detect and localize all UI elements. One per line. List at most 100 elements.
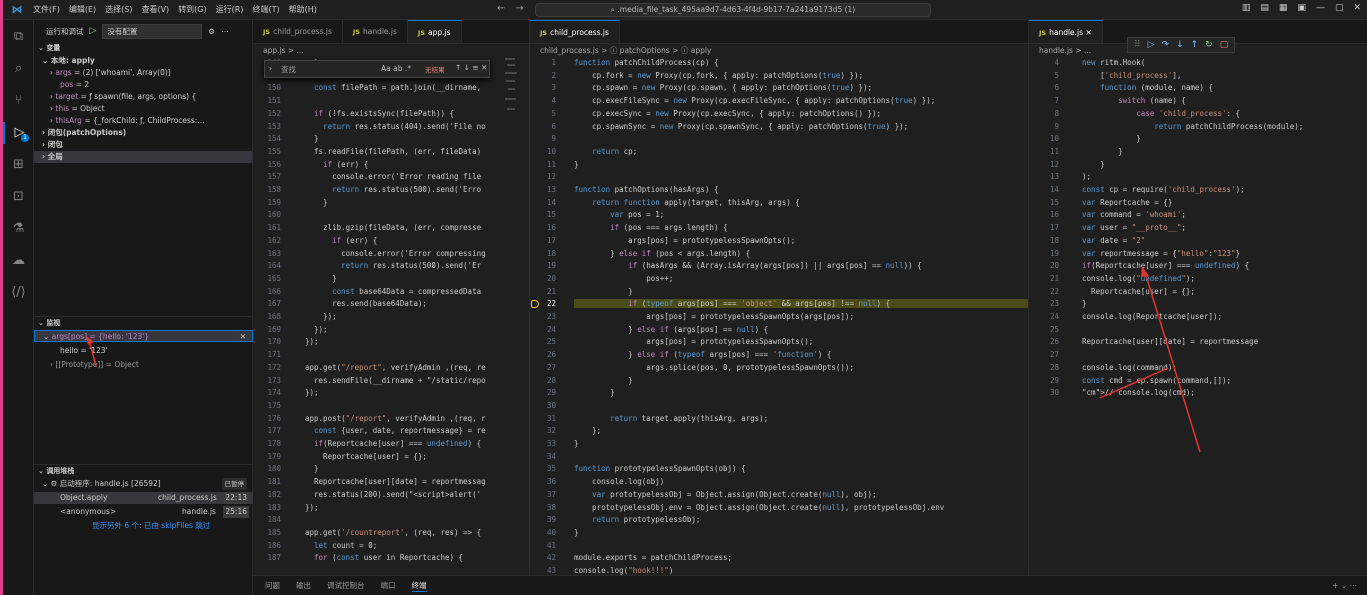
start-debug-icon[interactable]: ▷ [90,26,97,36]
tab-child-process-active[interactable]: JS child_process.js [530,20,620,43]
callstack-header[interactable]: ⌄ 调用堆栈 [34,464,253,477]
line-number[interactable]: 178 [253,439,281,448]
line-number[interactable]: 27 [1029,350,1059,359]
line-number[interactable]: 26 [530,350,556,359]
panel-tab-output[interactable]: 输出 [296,580,311,591]
line-number[interactable]: 23 [1029,299,1059,308]
toggle-panel-icon[interactable]: ▤ [1260,3,1269,13]
var-args[interactable]: › args = (2) ['whoami', Array(0)] [34,67,252,79]
line-number[interactable]: 163 [253,249,281,258]
line-number[interactable]: 26 [1029,337,1059,346]
line-number[interactable]: 16 [1029,210,1059,219]
watch-header[interactable]: ⌄ 监视 [34,316,253,329]
explorer-icon[interactable]: ⧉ [3,26,34,48]
continue-icon[interactable]: ▷ [1148,40,1155,50]
line-number[interactable]: 24 [530,325,556,334]
line-number[interactable]: 182 [253,490,281,499]
line-number[interactable]: 30 [1029,388,1059,397]
tab-app[interactable]: JS app.js [407,20,462,43]
line-number[interactable]: 43 [530,566,556,575]
tab-handle[interactable]: JS handle.js [343,20,408,43]
line-number[interactable]: 153 [253,122,281,131]
drag-handle-icon[interactable]: ⠿ [1134,40,1141,50]
step-out-icon[interactable]: ↑ [1191,40,1199,50]
line-number[interactable]: 6 [1029,83,1059,92]
line-number[interactable]: 22 [530,299,556,308]
line-number[interactable]: 160 [253,210,281,219]
line-number[interactable]: 161 [253,223,281,232]
tab-child-process[interactable]: JS child_process.js [253,20,343,43]
panel-tab-ports[interactable]: 端口 [381,580,396,591]
line-number[interactable]: 20 [530,274,556,283]
line-number[interactable]: 37 [530,490,556,499]
testing-icon[interactable]: ⚗ [3,218,34,240]
line-number[interactable]: 167 [253,299,281,308]
scope-global[interactable]: › 全局 [34,151,252,163]
breadcrumb[interactable]: app.js > ... [253,44,529,58]
line-number[interactable]: 14 [530,198,556,207]
line-number[interactable]: 187 [253,553,281,562]
panel-tab-debug-console[interactable]: 调试控制台 [327,580,365,591]
line-number[interactable]: 5 [530,109,556,118]
line-number[interactable]: 152 [253,109,281,118]
line-number[interactable]: 11 [1029,147,1059,156]
line-number[interactable]: 172 [253,363,281,372]
step-over-icon[interactable]: ↷ [1162,40,1170,50]
var-thisarg[interactable]: › thisArg = {_forkChild: ƒ, ChildProcess… [34,115,252,127]
watch-expression[interactable]: ⌄ args[pos] = {hello: '123'} ✕ [34,330,253,342]
find-toggle-icon[interactable]: › [269,64,272,73]
menu-help[interactable]: 帮助(H) [289,4,317,15]
line-number[interactable]: 16 [530,223,556,232]
line-number[interactable]: 19 [530,261,556,270]
line-number[interactable]: 15 [1029,198,1059,207]
line-number[interactable]: 170 [253,337,281,346]
debug-thread[interactable]: ⌄ ⚙ 启动程序: handle.js [26592] 已暂停 [42,478,251,490]
layout-icon[interactable]: ▣ [1297,3,1306,13]
line-number[interactable]: 177 [253,426,281,435]
line-number[interactable]: 25 [530,337,556,346]
line-number[interactable]: 185 [253,528,281,537]
line-number[interactable]: 2 [530,71,556,80]
minimize-icon[interactable]: — [1316,3,1325,13]
line-number[interactable]: 13 [530,185,556,194]
line-number[interactable]: 158 [253,185,281,194]
line-number[interactable]: 41 [530,541,556,550]
frame-object-apply[interactable]: Object.apply child_process.js 22:13 [34,492,253,504]
find-nav-icons[interactable]: ↑ ↓ ≡ ✕ [455,63,487,72]
line-number[interactable]: 10 [530,147,556,156]
menu-terminal[interactable]: 终端(T) [252,4,279,15]
scope-closure-patchoptions[interactable]: › 闭包(patchOptions) [34,127,252,139]
line-number[interactable]: 34 [530,452,556,461]
line-number[interactable]: 21 [1029,274,1059,283]
panel-tab-terminal[interactable]: 终端 [411,580,427,592]
line-number[interactable]: 169 [253,325,281,334]
maximize-icon[interactable]: ▢ [1335,3,1344,13]
menu-file[interactable]: 文件(F) [33,4,60,15]
line-number[interactable]: 23 [530,312,556,321]
breadcrumb[interactable]: child_process.js > ⓘ patchOptions > ⓘ ap… [530,44,1028,58]
extensions-icon[interactable]: ⊞ [3,154,34,176]
line-number[interactable]: 35 [530,464,556,473]
command-center[interactable]: ⌕ .media_file_task_495aa9d7-4d63-4f4d-9b… [535,3,931,17]
line-number[interactable]: 1 [530,58,556,67]
line-number[interactable]: 154 [253,134,281,143]
line-number[interactable]: 4 [530,96,556,105]
line-number[interactable]: 157 [253,172,281,181]
line-number[interactable]: 18 [1029,236,1059,245]
line-number[interactable]: 176 [253,414,281,423]
line-number[interactable]: 15 [530,210,556,219]
line-number[interactable]: 168 [253,312,281,321]
line-number[interactable]: 17 [1029,223,1059,232]
line-number[interactable]: 3 [530,83,556,92]
line-number[interactable]: 4 [1029,58,1059,67]
line-number[interactable]: 32 [530,426,556,435]
find-input[interactable]: 查找 [281,64,296,75]
live-share-icon[interactable]: ⟨/⟩ [3,282,34,304]
line-number[interactable]: 175 [253,401,281,410]
line-number[interactable]: 18 [530,249,556,258]
restart-icon[interactable]: ↻ [1205,40,1213,50]
code-editor-child-process[interactable]: 1 function patchChildProcess(cp) {2 cp.fo… [530,58,1028,575]
frame-anonymous[interactable]: <anonymous> handle.js 25:16 [34,506,253,518]
line-number[interactable]: 186 [253,541,281,550]
line-number[interactable]: 30 [530,401,556,410]
